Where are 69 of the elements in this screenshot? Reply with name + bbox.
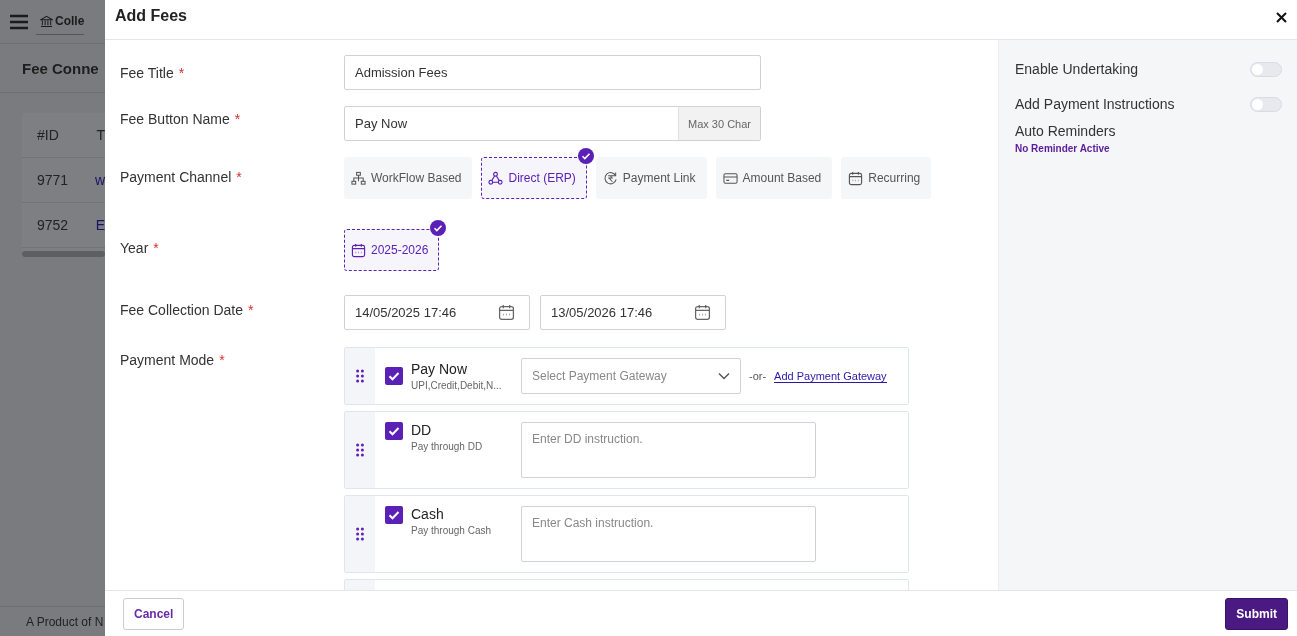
field-label: Payment Mode	[120, 352, 215, 370]
reminder-status: No Reminder Active	[1015, 143, 1111, 154]
required-mark: *	[153, 240, 159, 258]
chevron-down-icon	[718, 372, 730, 380]
bank-icon	[40, 14, 53, 28]
submit-button[interactable]: Submit	[1225, 597, 1288, 630]
required-mark: *	[234, 111, 241, 129]
table-cell: w	[94, 172, 105, 188]
calendar-icon	[848, 170, 864, 186]
auto-reminders-label: Auto Reminders	[1015, 123, 1117, 139]
checkbox[interactable]	[385, 367, 403, 385]
date-field[interactable]: 13/05/2026 17:46	[540, 295, 726, 330]
payment-channel-option[interactable]: Recurring	[841, 157, 932, 199]
field-label: Fee Button Name	[120, 111, 230, 129]
date-field[interactable]: 14/05/2025 17:46	[344, 295, 530, 330]
mode-title: DD	[411, 422, 433, 438]
payment-channel-option[interactable]: Direct (ERP)	[481, 157, 587, 199]
menu-icon[interactable]	[10, 13, 28, 30]
fee-button-name-field[interactable]: Pay Now Max 30 Char	[344, 106, 761, 141]
fee-title-field[interactable]: Admission Fees	[344, 55, 761, 90]
toggle-label: Enable Undertaking	[1015, 61, 1138, 77]
field-label: Fee Collection Date	[120, 302, 243, 320]
table-cell-text: 9752	[36, 217, 70, 233]
toggle-switch[interactable]	[1250, 61, 1282, 77]
dialog-title: Add Fees	[115, 6, 187, 25]
workflow-icon	[351, 170, 366, 186]
close-icon[interactable]	[1276, 12, 1287, 23]
column-header: #ID	[36, 127, 60, 143]
required-mark: *	[247, 302, 254, 320]
cancel-button[interactable]: Cancel	[123, 597, 185, 630]
mode-subtitle: Pay through DD	[411, 441, 484, 452]
gateway-select[interactable]: Select Payment Gateway	[521, 358, 741, 394]
nodes-icon	[488, 170, 504, 186]
payment-channel-option[interactable]: WorkFlow Based	[344, 157, 473, 199]
field-label: Payment Channel	[120, 169, 232, 187]
menu-tab[interactable]: Colle	[36, 8, 85, 35]
required-mark: *	[236, 169, 242, 187]
field-label: Year	[120, 240, 149, 258]
checkbox[interactable]	[385, 506, 403, 524]
drag-handle-icon[interactable]	[356, 443, 364, 457]
calendar-icon	[694, 304, 711, 321]
drag-handle-icon[interactable]	[356, 527, 364, 541]
check-badge-icon	[577, 148, 594, 164]
mode-title: Cash	[411, 506, 445, 522]
calendar-icon	[498, 304, 515, 321]
or-separator: -or-	[749, 370, 767, 382]
mode-title: Pay Now	[411, 361, 469, 377]
add-payment-gateway-link[interactable]: Add Payment Gateway	[774, 369, 887, 383]
card-icon	[722, 170, 738, 186]
toggle-switch[interactable]	[1250, 96, 1282, 112]
required-mark: *	[219, 352, 225, 370]
mode-subtitle: UPI,Credit,Debit,N...	[411, 380, 503, 391]
instruction-field[interactable]: Enter DD instruction.	[521, 422, 816, 478]
toggle-label: Add Payment Instructions	[1015, 96, 1175, 112]
drag-handle-icon[interactable]	[356, 369, 364, 383]
calendar-icon	[351, 242, 366, 258]
table-cell-text: 9771	[36, 172, 70, 188]
rupee-refresh-icon	[602, 170, 618, 186]
year-option[interactable]: 2025-2026	[344, 229, 440, 271]
field-label: Fee Title	[120, 65, 174, 83]
instruction-field[interactable]: Enter Cash instruction.	[521, 506, 816, 562]
mode-subtitle: Pay through Cash	[411, 525, 493, 536]
payment-channel-option[interactable]: Payment Link	[595, 157, 707, 199]
payment-channel-option[interactable]: Amount Based	[715, 157, 833, 199]
column-header: T	[96, 127, 105, 143]
required-mark: *	[178, 65, 185, 83]
checkbox[interactable]	[385, 422, 403, 440]
check-badge-icon	[430, 220, 447, 236]
table-cell: E	[95, 217, 105, 233]
